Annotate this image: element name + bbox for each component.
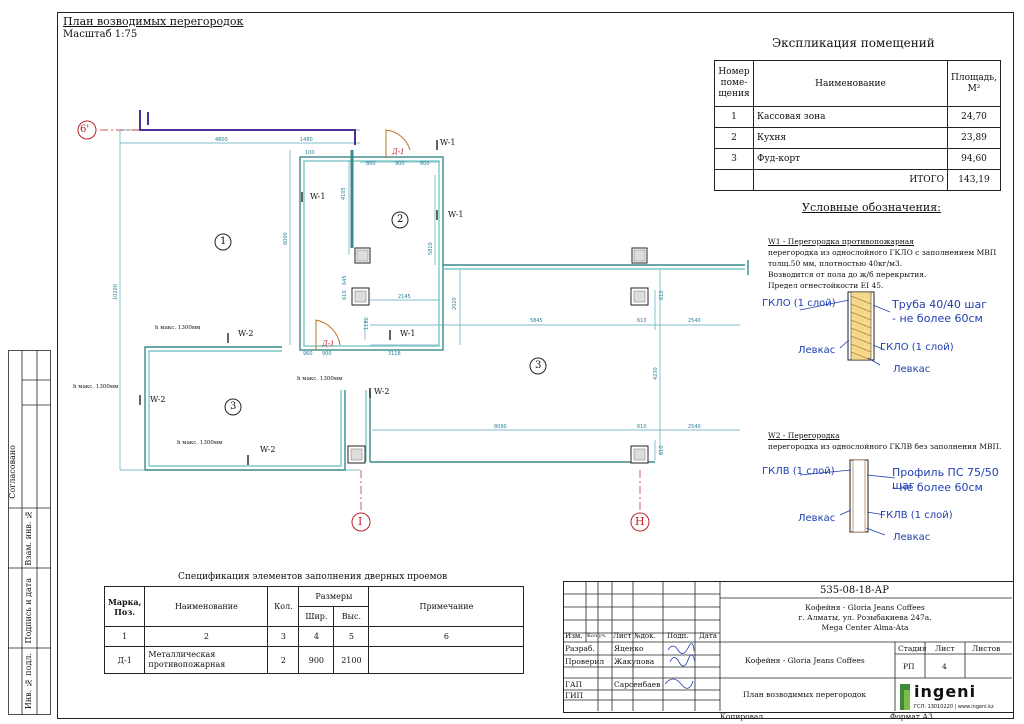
company-logo: ingeni ГСЛ: 13010220 | www.ingeni.kz (896, 680, 1010, 716)
approval-sidebar: Согласовано Взам. инв. № Подпись и дата … (8, 350, 51, 715)
stamp-sheets-h: Листов (972, 644, 1001, 653)
stamp-sheet-name: План возводимых перегородок (743, 690, 867, 699)
stamp-stage-h: Стадия (898, 644, 927, 653)
stamp-sheet: 4 (942, 662, 947, 671)
stamp-sheet-h: Лист (935, 644, 955, 653)
sidebar-label: Подпись и дата (24, 578, 33, 644)
signatures (664, 643, 696, 689)
logo-text: ingeni (914, 682, 977, 701)
logo-sub: ГСЛ: 13010220 | www.ingeni.kz (914, 704, 994, 710)
stamp-stage: РП (903, 662, 915, 671)
sidebar-label: Согласовано (8, 445, 17, 499)
sidebar-label: Инв. № подл. (24, 653, 33, 710)
stamp-object: Кофейня - Gloria Jeans Coffees (745, 656, 865, 665)
sidebar-label: Взам. инв. № (24, 510, 33, 566)
stamp-copied: Копировал (720, 712, 764, 721)
